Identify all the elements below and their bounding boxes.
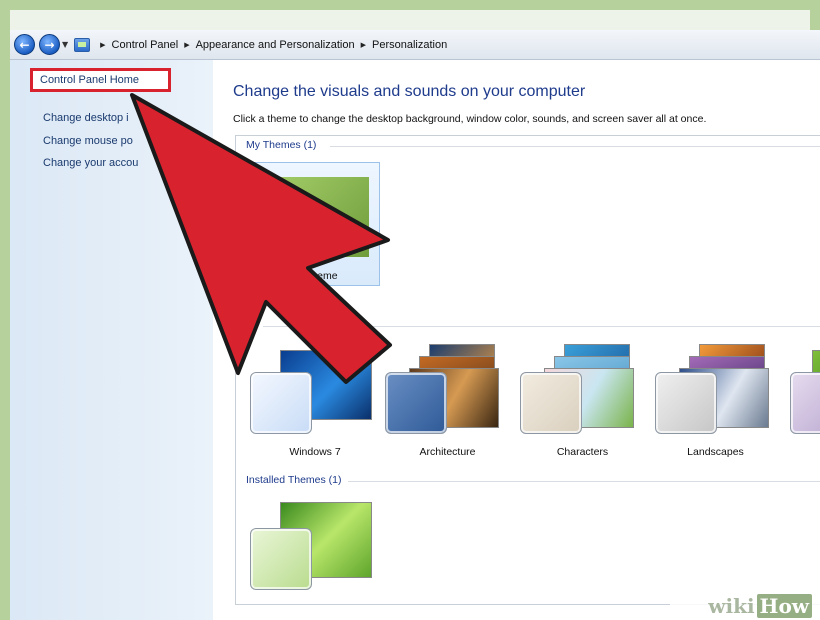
theme-item-partial[interactable] [790, 340, 820, 440]
control-panel-icon [74, 37, 91, 52]
control-panel-home-link[interactable]: Control Panel Home [30, 68, 171, 92]
theme-item-installed[interactable] [250, 496, 380, 596]
theme-thumbnail [261, 177, 369, 257]
wikihow-watermark: wiki How [670, 592, 820, 620]
theme-name: Architecture [419, 446, 476, 458]
theme-item-windows7[interactable] [250, 340, 380, 440]
group-divider [348, 481, 820, 482]
forward-arrow-icon[interactable]: → [39, 34, 60, 55]
aero-themes-heading[interactable]: Ae [246, 319, 263, 331]
theme-item-characters[interactable] [520, 340, 650, 440]
page-title: Change the visuals and sounds on your co… [233, 83, 586, 100]
theme-name: ed Theme [290, 270, 338, 282]
back-arrow-icon[interactable]: ← [14, 34, 35, 55]
change-mouse-pointers-link[interactable]: Change mouse po [43, 135, 133, 147]
chevron-right-icon[interactable]: ▶ [184, 41, 189, 49]
theme-item-landscapes[interactable] [655, 340, 785, 440]
chevron-right-icon[interactable]: ▶ [361, 41, 366, 49]
change-desktop-icons-link[interactable]: Change desktop i [43, 112, 129, 124]
crumb-control-panel[interactable]: Control Panel [112, 39, 179, 51]
crumb-appearance[interactable]: Appearance and Personalization [196, 39, 355, 51]
change-account-picture-link[interactable]: Change your accou [43, 157, 138, 169]
group-divider [330, 146, 820, 147]
theme-name: Landscapes [687, 446, 744, 458]
recent-pages-dropdown-icon[interactable]: ▼ [62, 40, 68, 49]
page-instructions: Click a theme to change the desktop back… [233, 113, 707, 125]
theme-name: Windows 7 [289, 446, 341, 458]
theme-item-selected[interactable] [248, 162, 380, 286]
theme-name: Characters [556, 446, 609, 458]
installed-themes-heading[interactable]: Installed Themes (1) [246, 474, 346, 486]
group-divider [262, 326, 820, 327]
theme-item-architecture[interactable] [385, 340, 515, 440]
my-themes-heading[interactable]: My Themes (1) [246, 139, 321, 151]
address-bar: ← → ▼ ▶ Control Panel ▶ Appearance and P… [10, 30, 820, 60]
chevron-right-icon[interactable]: ▶ [100, 41, 105, 49]
breadcrumb: ▶ Control Panel ▶ Appearance and Persona… [94, 39, 447, 51]
crumb-personalization[interactable]: Personalization [372, 39, 447, 51]
